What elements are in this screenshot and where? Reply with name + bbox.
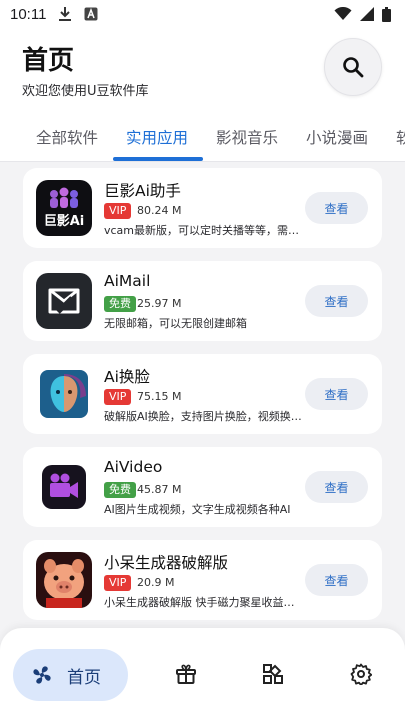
- bottom-navigation: 首页: [0, 628, 405, 720]
- list-item[interactable]: 巨影Ai 巨影Ai助手 VIP 80.24 M vcam最新版，可以定时关播等等…: [23, 168, 382, 248]
- tab-utility-apps[interactable]: 实用应用: [126, 126, 188, 148]
- nav-home-label: 首页: [67, 667, 101, 688]
- search-icon: [342, 56, 364, 78]
- wifi-icon: [334, 7, 352, 21]
- list-item[interactable]: AiVideo 免费 45.87 M AI图片生成视频，文字生成视频各种AI 查…: [23, 447, 382, 527]
- nav-settings[interactable]: [350, 663, 372, 685]
- app-description: 小呆生成器破解版 快手磁力聚星收益生成器: [104, 596, 304, 609]
- tab-all-software[interactable]: 全部软件: [36, 126, 98, 148]
- app-size: 75.15 M: [137, 390, 182, 403]
- tab-more[interactable]: 软: [396, 126, 405, 148]
- settings-icon: [350, 663, 372, 685]
- header-area: 10:11 首页 欢迎您使用U豆软件库 全部软件 实用应用 影视音乐 小说漫画 …: [0, 0, 405, 162]
- download-icon: [58, 6, 72, 22]
- home-icon: [31, 664, 53, 686]
- view-button[interactable]: 查看: [305, 285, 368, 317]
- app-description: 无限邮箱，可以无限创建邮箱: [104, 317, 247, 330]
- status-bar: 10:11: [0, 0, 405, 28]
- page-title: 首页: [22, 46, 75, 76]
- battery-icon: [382, 6, 391, 22]
- nav-apps[interactable]: [262, 663, 284, 685]
- view-button[interactable]: 查看: [305, 192, 368, 224]
- vip-badge: VIP: [104, 203, 132, 219]
- vip-badge: VIP: [104, 389, 132, 405]
- view-button[interactable]: 查看: [305, 378, 368, 410]
- nav-gift[interactable]: [175, 663, 197, 685]
- list-item[interactable]: AiMail 免费 25.97 M 无限邮箱，可以无限创建邮箱 查看: [23, 261, 382, 341]
- apps-grid-icon: [262, 663, 284, 685]
- app-size: 45.87 M: [137, 483, 182, 496]
- app-description: AI图片生成视频，文字生成视频各种AI: [104, 503, 291, 516]
- app-name: AiVideo: [104, 458, 163, 476]
- free-badge: 免费: [104, 482, 136, 498]
- view-button[interactable]: 查看: [305, 564, 368, 596]
- list-item[interactable]: Ai换脸 VIP 75.15 M 破解版AI换脸，支持图片换脸，视频换脸等功能 …: [23, 354, 382, 434]
- vip-badge: VIP: [104, 575, 132, 591]
- signal-icon: [360, 7, 374, 21]
- app-description: 破解版AI换脸，支持图片换脸，视频换脸等功能: [104, 410, 304, 423]
- a-box-icon: [84, 7, 98, 21]
- app-name: 巨影Ai助手: [104, 182, 181, 200]
- view-button[interactable]: 查看: [305, 471, 368, 503]
- svg-text:巨影Ai: 巨影Ai: [44, 213, 85, 229]
- app-name: AiMail: [104, 272, 151, 290]
- aivideo-app-icon: [36, 459, 92, 515]
- list-item[interactable]: 小呆生成器破解版 VIP 20.9 M 小呆生成器破解版 快手磁力聚星收益生成器…: [23, 540, 382, 620]
- app-description: vcam最新版，可以定时关播等等，需要定制联系我: [104, 224, 304, 237]
- tabs-divider: [0, 161, 405, 162]
- app-size: 20.9 M: [137, 576, 175, 589]
- app-size: 80.24 M: [137, 204, 182, 217]
- aimail-app-icon: [36, 273, 92, 329]
- nav-home[interactable]: 首页: [13, 649, 128, 701]
- app-size: 25.97 M: [137, 297, 182, 310]
- status-time: 10:11: [10, 5, 47, 23]
- search-button[interactable]: [324, 38, 382, 96]
- gift-box-icon: [175, 663, 197, 685]
- juying-ai-app-icon: 巨影Ai: [36, 180, 92, 236]
- tab-film-music[interactable]: 影视音乐: [216, 126, 278, 148]
- xiaodai-app-icon: [36, 552, 92, 608]
- ai-faceswap-app-icon: [36, 366, 92, 422]
- page-subtitle: 欢迎您使用U豆软件库: [22, 84, 149, 99]
- free-badge: 免费: [104, 296, 136, 312]
- app-name: 小呆生成器破解版: [104, 554, 229, 572]
- category-tabs: 全部软件 实用应用 影视音乐 小说漫画 软: [0, 112, 405, 162]
- tab-novel-comics[interactable]: 小说漫画: [306, 126, 368, 148]
- app-name: Ai换脸: [104, 368, 150, 386]
